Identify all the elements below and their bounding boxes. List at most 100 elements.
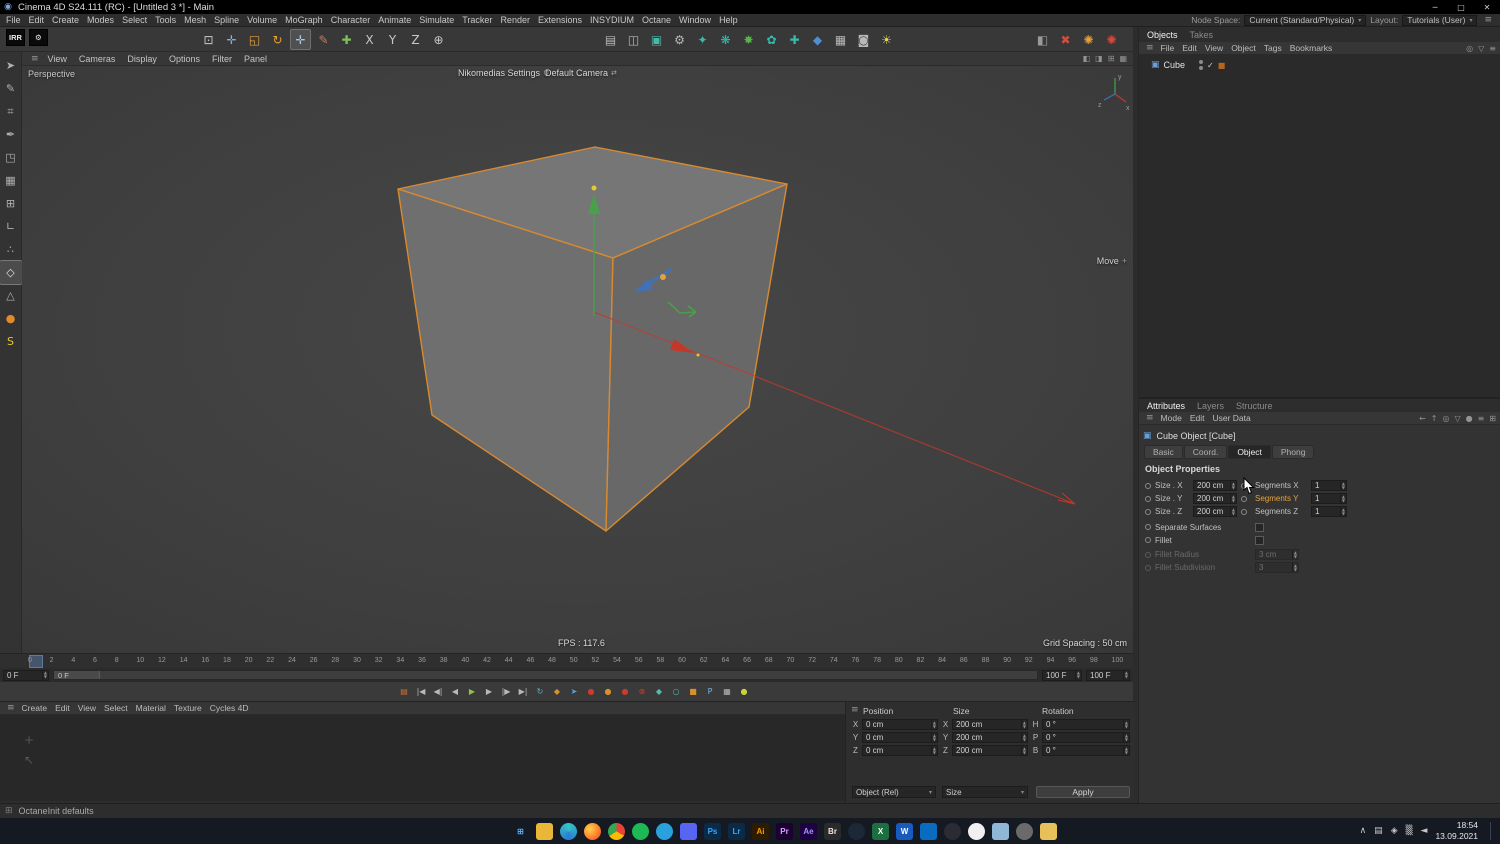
timeline-tick[interactable]: 46 [526,654,548,668]
add-primitive-icon[interactable]: ✚ [336,29,357,50]
record-button[interactable]: ● [583,684,599,699]
coordinate-input[interactable]: 200 cm ▲ ▼ [952,745,1028,756]
timeline-tick[interactable]: 92 [1025,654,1047,668]
property-input[interactable]: 200 cm ▲ ▼ [1193,506,1237,517]
timeline-tick[interactable]: 20 [245,654,267,668]
timeline-tick[interactable]: 30 [353,654,375,668]
snap-magnet-icon[interactable]: ◆ [651,684,667,699]
lightroom-icon[interactable]: Lr [728,822,745,840]
insydium-explode-icon[interactable]: ✸ [738,29,759,50]
close-button[interactable]: ✕ [1474,0,1500,14]
menu-item[interactable]: Edit [25,15,49,25]
firefox-icon[interactable] [584,822,601,840]
coordinate-input[interactable]: 0 ° ▲ ▼ [1042,745,1130,756]
timeline-tick[interactable]: 10 [136,654,158,668]
enabled-check-icon[interactable]: ✓ [1207,61,1214,70]
insydium-fx-icon[interactable]: ✦ [692,29,713,50]
coordinate-input[interactable]: 200 cm ▲ ▼ [952,719,1028,730]
timeline-tick[interactable]: 0 [28,654,50,668]
menu-item[interactable]: Tracker [458,15,496,25]
timeline-tick[interactable]: 44 [505,654,527,668]
menu-overflow-icon[interactable]: ≡ [1481,15,1495,25]
timeline-tick[interactable]: 88 [982,654,1004,668]
scale-tool-icon[interactable]: ◱ [244,29,265,50]
menu-item[interactable]: Character [327,15,375,25]
timeline-tick[interactable]: 96 [1068,654,1090,668]
animation-dot[interactable] [1241,495,1247,502]
menu-item[interactable]: Octane [638,15,675,25]
spinner[interactable]: ▲ ▼ [1020,746,1027,755]
object-tree-item[interactable]: ▣ Cube ✓ ■ [1139,55,1500,70]
menu-item[interactable]: Help [715,15,742,25]
timeline-palette-icon[interactable]: ▤ [396,684,412,699]
coordinate-input[interactable]: 200 cm ▲ ▼ [952,732,1028,743]
timeline-tick[interactable]: 70 [787,654,809,668]
timeline-tick[interactable]: 52 [591,654,613,668]
property-input[interactable]: 1 ▲ ▼ [1311,480,1347,491]
viewport-menu-item[interactable]: View [42,54,73,64]
timeline-tick[interactable]: 66 [743,654,765,668]
play-forwards-button[interactable]: ▶ [464,684,480,699]
property-input[interactable]: 1 ▲ ▼ [1311,493,1347,504]
timeline-tick[interactable]: 80 [895,654,917,668]
panel-tab[interactable]: Takes [1190,30,1214,40]
points-mode-icon[interactable]: ∴ [0,238,22,261]
octane-ball-icon[interactable]: ● [0,307,22,330]
render-picture-viewer-button[interactable]: ▣ [646,29,667,50]
attribute-tab[interactable]: Coord. [1183,445,1228,459]
timeline-tick[interactable]: 24 [288,654,310,668]
hamburger-icon[interactable]: ≡ [4,703,18,713]
keyframe-circle-icon[interactable]: ○ [668,684,684,699]
timeline-ruler[interactable]: 0 2 4 6 8 10 12 14 16 18 20 22 24 26 28 30 32 34 36 38 40 42 4… [28,653,1133,668]
animation-dot[interactable] [1145,537,1151,543]
go-to-end-button[interactable]: ▶| [515,684,531,699]
next-frame-button[interactable]: ▶ [481,684,497,699]
obs-icon[interactable] [944,822,961,840]
menu-item[interactable]: Animate [374,15,415,25]
timeline-tick[interactable]: 64 [722,654,744,668]
go-to-start-button[interactable]: |◀ [413,684,429,699]
photoshop-icon[interactable]: Ps [704,822,721,840]
checkbox[interactable] [1255,535,1264,545]
menu-item[interactable]: Render [496,15,534,25]
viewport-menu-item[interactable]: Cameras [73,54,122,64]
menu-item[interactable]: Select [118,15,151,25]
material-menu-item[interactable]: Edit [51,703,74,713]
sound-toggle-icon[interactable]: ◆ [549,684,565,699]
end-frame-field[interactable]: 100 F ▲ ▼ [1042,669,1082,681]
timeline-tick[interactable]: 76 [852,654,874,668]
param-key-icon[interactable]: ■ [685,684,701,699]
sketch-tool-icon[interactable]: ✎ [313,29,334,50]
spinner[interactable]: ▲ ▼ [1122,733,1129,742]
viewport-canvas[interactable]: y x z [22,66,1133,653]
attribute-tab[interactable]: Basic [1144,445,1183,459]
node-space-select[interactable]: Current (Standard/Physical) ▾ [1244,14,1367,26]
loop-mode-icon[interactable]: ↻ [532,684,548,699]
autokey-pointer-icon[interactable]: ➤ [566,684,582,699]
material-menu-item[interactable]: Create [18,703,52,713]
timeline-tick[interactable]: 40 [461,654,483,668]
timeline-tick[interactable]: 62 [700,654,722,668]
viewport-menu-item[interactable]: Filter [206,54,238,64]
viewport-maximize-icon[interactable]: ▦ [1119,54,1127,63]
coordinate-input[interactable]: 0 ° ▲ ▼ [1042,732,1130,743]
excel-icon[interactable]: X [872,822,889,840]
coordinate-input[interactable]: 0 ° ▲ ▼ [1042,719,1130,730]
telegram-icon[interactable] [656,822,673,840]
timeline-tick[interactable]: 54 [613,654,635,668]
timeline-tick[interactable]: 4 [71,654,93,668]
coord-system-button[interactable]: ⊕ [428,29,449,50]
rotate-tool-icon[interactable]: ↻ [267,29,288,50]
coordinate-input[interactable]: 0 cm ▲ ▼ [862,719,938,730]
light-icon[interactable]: ☀ [876,29,897,50]
objects-menu-item[interactable]: Bookmarks [1286,43,1337,53]
menu-item[interactable]: Extensions [534,15,586,25]
spinner[interactable]: ▲ ▼ [1339,507,1346,516]
search-icon[interactable]: ◎ [1466,44,1473,53]
viewport[interactable]: y x z Perspective Nikomedias Settings ⚙ … [22,66,1133,653]
minimize-button[interactable]: ─ [1422,0,1448,14]
objects-menu-item[interactable]: Edit [1178,43,1201,53]
steam-icon[interactable] [848,822,865,840]
timeline-tick[interactable]: 12 [158,654,180,668]
paint-icon[interactable] [968,822,985,840]
